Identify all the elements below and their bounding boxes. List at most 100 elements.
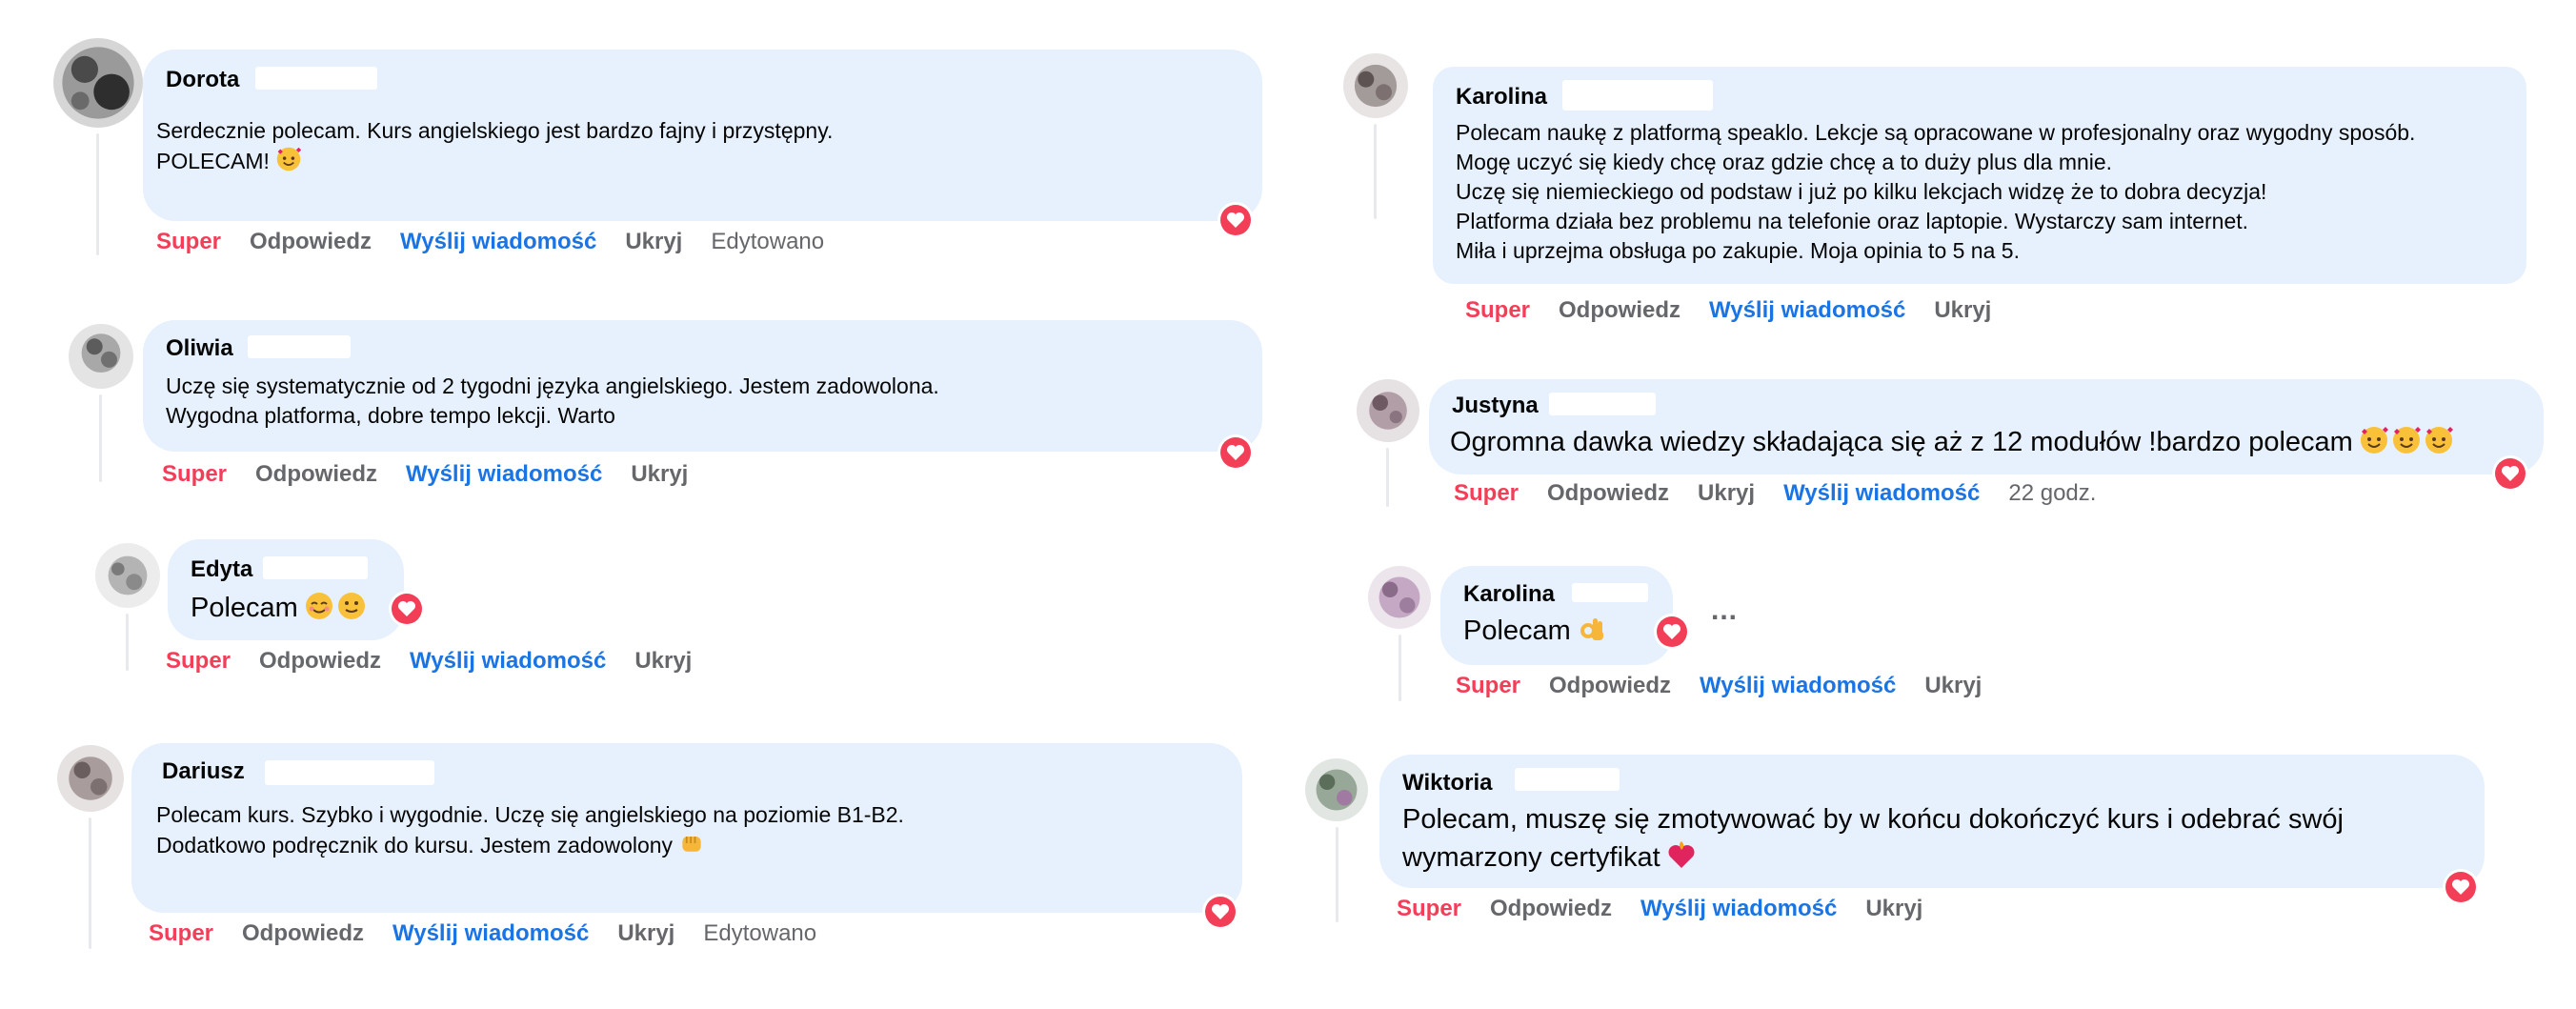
comment-text: Polecam naukę z platformą speaklo. Lekcj… [1456, 118, 2415, 266]
send-message-button[interactable]: Wyślij wiadomość [406, 461, 602, 488]
reaction-badge[interactable] [1218, 434, 1254, 471]
comment-text: Polecam kurs. Szybko i wygodnie. Uczę si… [156, 800, 904, 860]
comment-actions: Super Odpowiedz Ukryj Wyślij wiadomość 22 go… [1454, 480, 2124, 507]
avatar[interactable] [1368, 566, 1431, 629]
comment-author[interactable]: Karolina [1456, 84, 1547, 111]
avatar[interactable] [1343, 53, 1408, 118]
comment-text: Polecam [1463, 612, 1607, 650]
super-button[interactable]: Super [1397, 896, 1461, 922]
timestamp[interactable]: 22 godz. [2008, 480, 2096, 507]
reply-button[interactable]: Odpowiedz [250, 229, 372, 255]
reaction-badge[interactable] [2443, 869, 2479, 905]
comment-actions: Super Odpowiedz Wyślij wiadomość Ukryj Edyto… [149, 920, 845, 947]
edited-label: Edytowano [703, 920, 817, 946]
hide-button[interactable]: Ukryj [631, 461, 688, 488]
thread-line [1336, 827, 1338, 922]
thread-line [126, 614, 129, 671]
send-message-button[interactable]: Wyślij wiadomość [400, 229, 596, 255]
avatar[interactable] [95, 543, 160, 608]
super-button[interactable]: Super [166, 648, 231, 675]
avatar[interactable] [57, 745, 124, 812]
reply-button[interactable]: Odpowiedz [1549, 673, 1671, 699]
heart-icon [1212, 904, 1229, 919]
comment-line: Polecam kurs. Szybko i wygodnie. Uczę si… [156, 802, 904, 827]
comment-author[interactable]: Dorota [166, 67, 239, 93]
hide-button[interactable]: Ukryj [1865, 896, 1922, 922]
redaction [1515, 768, 1620, 791]
hide-button[interactable]: Ukryj [1924, 673, 1982, 699]
hide-button[interactable]: Ukryj [1698, 480, 1755, 507]
comment-author[interactable]: Dariusz [162, 758, 245, 785]
comment-line: Dodatkowo podręcznik do kursu. Jestem za… [156, 830, 904, 860]
comment-line: Mogę uczyć się kiedy chcę oraz gdzie chc… [1456, 150, 2113, 174]
comment-line: Miła i uprzejma obsługa po zakupie. Moja… [1456, 238, 2020, 263]
comment-line: Ogromna dawka wiedzy składająca się aż z… [1450, 423, 2454, 461]
super-button[interactable]: Super [1454, 480, 1519, 507]
smiling-face-with-hearts-icon [2360, 427, 2388, 454]
slightly-smiling-face-icon [337, 593, 365, 619]
reaction-badge[interactable] [2492, 455, 2528, 492]
hide-button[interactable]: Ukryj [625, 229, 682, 255]
thread-line [1374, 124, 1377, 219]
super-button[interactable]: Super [1456, 673, 1520, 699]
more-options-icon[interactable]: ... [1711, 595, 1738, 627]
super-button[interactable]: Super [156, 229, 221, 255]
thread-line [1399, 635, 1401, 701]
avatar[interactable] [53, 38, 143, 128]
avatar[interactable] [69, 324, 133, 389]
comment-actions: Super Odpowiedz Wyślij wiadomość Ukryj [162, 461, 716, 488]
super-button[interactable]: Super [149, 920, 213, 947]
comment-author[interactable]: Justyna [1452, 393, 1539, 419]
heart-icon [2502, 466, 2519, 481]
comment-author[interactable]: Edyta [191, 556, 252, 583]
comment-actions: Super Odpowiedz Wyślij wiadomość Ukryj [166, 648, 720, 675]
comment-line: Polecam, muszę się zmotywować by w końcu… [1402, 804, 2344, 835]
reply-button[interactable]: Odpowiedz [1559, 297, 1680, 324]
comment-line: Polecam naukę z platformą speaklo. Lekcj… [1456, 120, 2416, 145]
send-message-button[interactable]: Wyślij wiadomość [1640, 896, 1837, 922]
redaction [248, 335, 351, 358]
reaction-badge[interactable] [1218, 202, 1254, 238]
ok-hand-icon [1580, 618, 1603, 640]
reply-button[interactable]: Odpowiedz [255, 461, 377, 488]
comment-text: Ogromna dawka wiedzy składająca się aż z… [1450, 423, 2454, 461]
reply-button[interactable]: Odpowiedz [259, 648, 381, 675]
super-button[interactable]: Super [1465, 297, 1530, 324]
super-button[interactable]: Super [162, 461, 227, 488]
hide-button[interactable]: Ukryj [617, 920, 674, 947]
comment-line: Serdecznie polecam. Kurs angielskiego je… [156, 118, 834, 143]
comment-author[interactable]: Wiktoria [1402, 770, 1492, 797]
send-message-button[interactable]: Wyślij wiadomość [1700, 673, 1896, 699]
send-message-button[interactable]: Wyślij wiadomość [1709, 297, 1905, 324]
redaction [1562, 80, 1713, 111]
thread-line [99, 394, 102, 482]
redaction [1549, 393, 1656, 415]
hide-button[interactable]: Ukryj [1934, 297, 1991, 324]
reply-button[interactable]: Odpowiedz [1490, 896, 1612, 922]
send-message-button[interactable]: Wyślij wiadomość [392, 920, 589, 947]
comment-line: Polecam [191, 589, 367, 627]
send-message-button[interactable]: Wyślij wiadomość [1783, 480, 1980, 507]
heart-on-fire-icon [1668, 841, 1695, 868]
comment-line: POLECAM! [156, 146, 833, 176]
redaction [265, 760, 434, 785]
reaction-badge[interactable] [1202, 894, 1238, 930]
heart-icon [1663, 624, 1680, 639]
reply-button[interactable]: Odpowiedz [242, 920, 364, 947]
avatar[interactable] [1305, 758, 1368, 821]
redaction [263, 556, 368, 579]
fist-icon [682, 837, 701, 852]
avatar[interactable] [1357, 379, 1419, 442]
send-message-button[interactable]: Wyślij wiadomość [410, 648, 606, 675]
comment-text: Polecam, muszę się zmotywować by w końcu… [1402, 800, 2344, 877]
hide-button[interactable]: Ukryj [634, 648, 692, 675]
reaction-badge[interactable] [1654, 614, 1690, 650]
comment-actions: Super Odpowiedz Wyślij wiadomość Ukryj Edyto… [156, 229, 853, 255]
heart-icon [1227, 445, 1244, 460]
smiling-face-with-hearts-icon [2425, 427, 2453, 454]
reply-button[interactable]: Odpowiedz [1547, 480, 1669, 507]
comment-author[interactable]: Karolina [1463, 581, 1555, 608]
reaction-badge[interactable] [389, 591, 425, 627]
comment-author[interactable]: Oliwia [166, 335, 233, 362]
comment-actions: Super Odpowiedz Wyślij wiadomość Ukryj [1465, 297, 2020, 324]
